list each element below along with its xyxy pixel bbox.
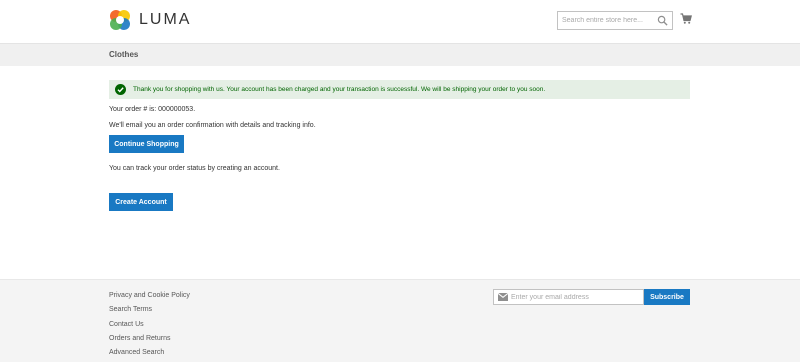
footer-link-orders-returns[interactable]: Orders and Returns <box>109 332 190 346</box>
newsletter-email-input[interactable] <box>511 290 641 304</box>
brand-name: LUMA <box>139 11 192 28</box>
footer-link-privacy[interactable]: Privacy and Cookie Policy <box>109 289 190 303</box>
store-logo[interactable]: LUMA <box>109 8 191 32</box>
envelope-icon <box>498 293 508 301</box>
track-order-notice: You can track your order status by creat… <box>109 165 280 172</box>
category-nav: Clothes <box>0 43 800 66</box>
newsletter-field <box>493 289 644 305</box>
checkmark-icon <box>115 84 126 95</box>
cart-icon[interactable] <box>680 13 692 25</box>
continue-shopping-button[interactable]: Continue Shopping <box>109 135 184 153</box>
search-input[interactable] <box>558 12 654 29</box>
newsletter-form: Subscribe <box>493 289 690 305</box>
search-box <box>557 11 673 30</box>
create-account-button[interactable]: Create Account <box>109 193 173 211</box>
footer-link-contact[interactable]: Contact Us <box>109 318 190 332</box>
page-footer: Privacy and Cookie Policy Search Terms C… <box>0 279 800 362</box>
email-notice: We'll email you an order confirmation wi… <box>109 122 316 129</box>
success-message: Thank you for shopping with us. Your acc… <box>109 80 690 99</box>
search-icon[interactable] <box>657 15 668 26</box>
nav-item-clothes[interactable]: Clothes <box>109 50 138 59</box>
footer-link-advanced-search[interactable]: Advanced Search <box>109 346 190 360</box>
luma-logo-icon <box>110 10 130 30</box>
order-number: Your order # is: 000000053. <box>109 106 196 113</box>
success-text: Thank you for shopping with us. Your acc… <box>133 86 546 93</box>
page-header: LUMA <box>0 0 800 43</box>
footer-link-search-terms[interactable]: Search Terms <box>109 303 190 317</box>
footer-links: Privacy and Cookie Policy Search Terms C… <box>109 289 190 360</box>
subscribe-button[interactable]: Subscribe <box>644 289 690 305</box>
